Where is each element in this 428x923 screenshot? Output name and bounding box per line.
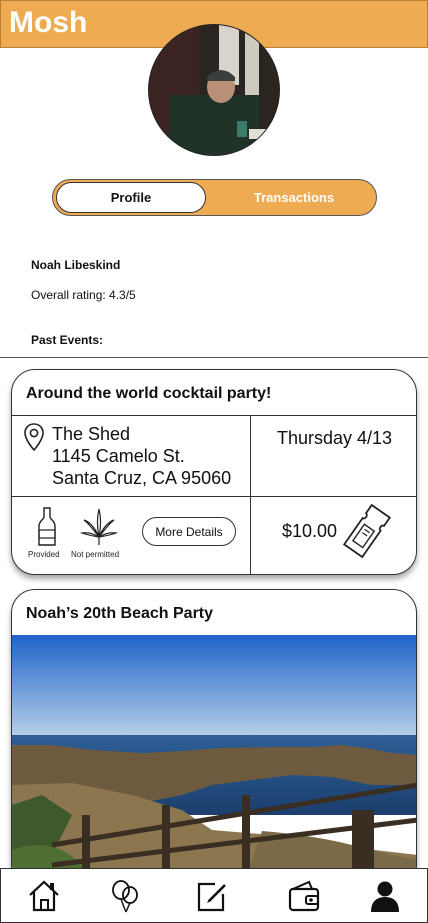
profile-tab-toggle: Profile Transactions [52, 179, 377, 216]
past-events-heading: Past Events: [31, 333, 104, 347]
balloons-icon[interactable] [108, 879, 142, 913]
tab-transactions[interactable]: Transactions [213, 182, 375, 213]
more-details-button[interactable]: More Details [142, 517, 236, 546]
event-address: The Shed 1145 Camelo St. Santa Cruz, CA … [52, 423, 231, 489]
section-divider [0, 357, 428, 358]
city-address: Santa Cruz, CA 95060 [52, 468, 232, 488]
edit-icon[interactable] [195, 879, 229, 913]
app-title: Mosh [9, 6, 88, 39]
cannabis-status-label: Not permitted [71, 550, 120, 559]
ticket-icon [342, 503, 392, 559]
alcohol-status-label: Provided [28, 550, 60, 559]
wallet-icon[interactable] [287, 879, 321, 913]
card-divider [12, 496, 416, 497]
event-card[interactable]: Around the world cocktail party! The She… [11, 369, 417, 575]
tab-profile[interactable]: Profile [56, 182, 206, 213]
user-name: Noah Libeskind [31, 258, 121, 272]
home-icon[interactable] [27, 879, 61, 913]
event-title: Noah’s 20th Beach Party [26, 605, 214, 622]
overall-rating: Overall rating: 4.3/5 [31, 288, 136, 302]
event-date: Thursday 4/13 [276, 428, 393, 448]
ticket-price: $10.00 [282, 521, 338, 541]
event-title: Around the world cocktail party! [26, 385, 272, 402]
card-divider [12, 415, 416, 416]
event-photo [12, 635, 416, 888]
bottom-nav [0, 868, 428, 923]
location-pin-icon [24, 423, 44, 451]
street-address: 1145 Camelo St. [52, 446, 185, 466]
profile-icon[interactable] [368, 879, 402, 913]
cannabis-leaf-icon [80, 508, 118, 545]
bottle-icon [38, 507, 56, 546]
venue-name: The Shed [52, 424, 131, 444]
event-card[interactable]: Noah’s 20th Beach Party [11, 589, 417, 889]
profile-avatar [148, 24, 280, 156]
